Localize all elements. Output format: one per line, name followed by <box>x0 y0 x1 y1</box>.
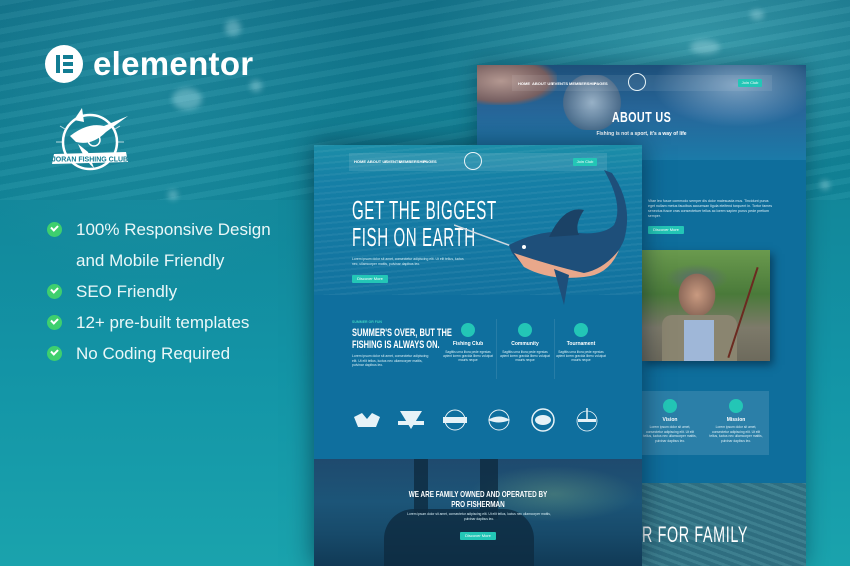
about-title: ABOUT US <box>611 109 672 126</box>
card-title: Mission <box>726 417 746 423</box>
about-subtitle: Fishing is not a sport, it's a way of li… <box>596 131 687 137</box>
check-circle-icon <box>47 315 62 330</box>
check-circle-icon <box>47 346 62 361</box>
feature-item: No Coding Required <box>47 338 271 369</box>
discover-more-button[interactable]: Discover More <box>460 532 496 540</box>
family-section-text: Lorem ipsum dolor sit amet, consectetur … <box>407 512 551 521</box>
feature-item: 12+ pre-built templates <box>47 307 271 338</box>
partner-logo-icon <box>443 409 467 431</box>
feature-item: SEO Friendly <box>47 276 271 307</box>
feature-list: 100% Responsive Design and Mobile Friendl… <box>47 214 271 369</box>
bubble <box>168 190 178 200</box>
card-title: Vision <box>662 417 678 423</box>
card-text: Lorem ipsum dolor sit amet, consectetur … <box>709 425 763 443</box>
feature-text: SEO Friendly <box>76 282 178 301</box>
feature-item: 100% Responsive Design and Mobile Friendl… <box>47 214 271 276</box>
feature-text: Sagittis urna litora pede egestas aptent… <box>556 350 606 363</box>
feature-community: Community Sagittis urna litora pede eges… <box>498 323 552 363</box>
partner-logo-icon <box>398 411 424 429</box>
summer-title: SUMMER'S OVER, BUT THE FISHING IS ALWAYS… <box>352 327 452 351</box>
home-page-mockup: HOME ABOUT US EVENTS MEMBERSHIP PAGES Jo… <box>314 145 642 566</box>
feature-title: Fishing Club <box>452 341 484 347</box>
partner-logo-icon <box>576 408 598 432</box>
vision-card: Vision Lorem ipsum dolor sit amet, conse… <box>637 391 703 455</box>
bubble <box>225 20 241 36</box>
feature-text: Sagittis urna litora pede egestas aptent… <box>443 350 493 363</box>
bubble <box>172 88 202 110</box>
check-circle-icon <box>47 222 62 237</box>
about-navbar: HOME ABOUT US EVENTS MEMBERSHIP PAGES Jo… <box>512 73 772 91</box>
join-club-button[interactable]: Join Club <box>738 79 762 87</box>
feature-tournament: Tournament Sagittis urna litora pede ege… <box>554 323 608 363</box>
nav-events[interactable]: EVENTS <box>552 81 568 86</box>
trophy-icon <box>574 323 588 337</box>
feature-text: 100% Responsive Design <box>76 220 271 239</box>
mission-card: Mission Lorem ipsum dolor sit amet, cons… <box>703 391 769 455</box>
summer-title-line: FISHING IS ALWAYS ON. <box>352 339 440 351</box>
bubble <box>820 180 830 190</box>
svg-text:JORAN FISHING CLUB: JORAN FISHING CLUB <box>52 157 128 164</box>
partner-logo-icon <box>488 409 510 431</box>
discover-more-button[interactable]: Discover More <box>648 226 684 234</box>
family-section-title: R FOR FAMILY <box>642 522 749 547</box>
feature-text: 12+ pre-built templates <box>76 313 250 332</box>
nav-about[interactable]: ABOUT US <box>532 81 553 86</box>
location-pin-icon <box>663 399 677 413</box>
elementor-logo-icon <box>45 45 83 83</box>
partner-logo-icon <box>531 408 555 432</box>
partner-logo-icon <box>354 413 380 427</box>
fisherman-photo <box>642 250 770 361</box>
summer-kicker: SUMMER OR FUN <box>352 320 382 324</box>
fish-icon <box>729 399 743 413</box>
marlin-illustration <box>454 170 628 305</box>
check-circle-icon <box>47 284 62 299</box>
summer-text: Lorem ipsum dolor sit amet, consectetur … <box>352 354 429 367</box>
feature-title: Community <box>511 341 539 347</box>
nav-home[interactable]: HOME <box>354 159 366 164</box>
family-title-line: WE ARE FAMILY OWNED AND OPERATED BY <box>408 489 548 499</box>
bubble <box>750 10 764 20</box>
club-logo-icon <box>628 73 646 91</box>
discover-more-button[interactable]: Discover More <box>352 275 388 283</box>
family-title-line: PRO FISHERMAN <box>451 499 505 509</box>
family-section-title: WE ARE FAMILY OWNED AND OPERATED BY PRO … <box>355 489 601 509</box>
summer-title-line: SUMMER'S OVER, BUT THE <box>352 327 452 339</box>
nav-pages[interactable]: PAGES <box>423 159 437 164</box>
feature-text: No Coding Required <box>76 344 231 363</box>
nav-home[interactable]: HOME <box>518 81 530 86</box>
about-body-text: Vitae leo fusce commodo semper dis dolor… <box>648 199 772 218</box>
divider <box>496 319 497 379</box>
nav-membership[interactable]: MEMBERSHIP <box>569 81 596 86</box>
nav-pages[interactable]: PAGES <box>594 81 608 86</box>
bubble <box>690 40 720 54</box>
brand-name: elementor <box>93 45 254 82</box>
feature-text: and Mobile Friendly <box>76 251 225 270</box>
fishing-club-icon <box>461 323 475 337</box>
elementor-brand: elementor <box>45 45 253 83</box>
hero-text: Lorem ipsum dolor sit amet, consectetur … <box>352 257 464 266</box>
card-text: Lorem ipsum dolor sit amet, consectetur … <box>643 425 697 443</box>
fishing-club-logo-icon: JORAN FISHING CLUB <box>52 108 128 171</box>
feature-text: Sagittis urna litora pede egestas aptent… <box>500 350 550 363</box>
community-icon <box>518 323 532 337</box>
feature-title: Tournament <box>566 341 596 347</box>
feature-fishing-club: Fishing Club Sagittis urna litora pede e… <box>441 323 495 363</box>
